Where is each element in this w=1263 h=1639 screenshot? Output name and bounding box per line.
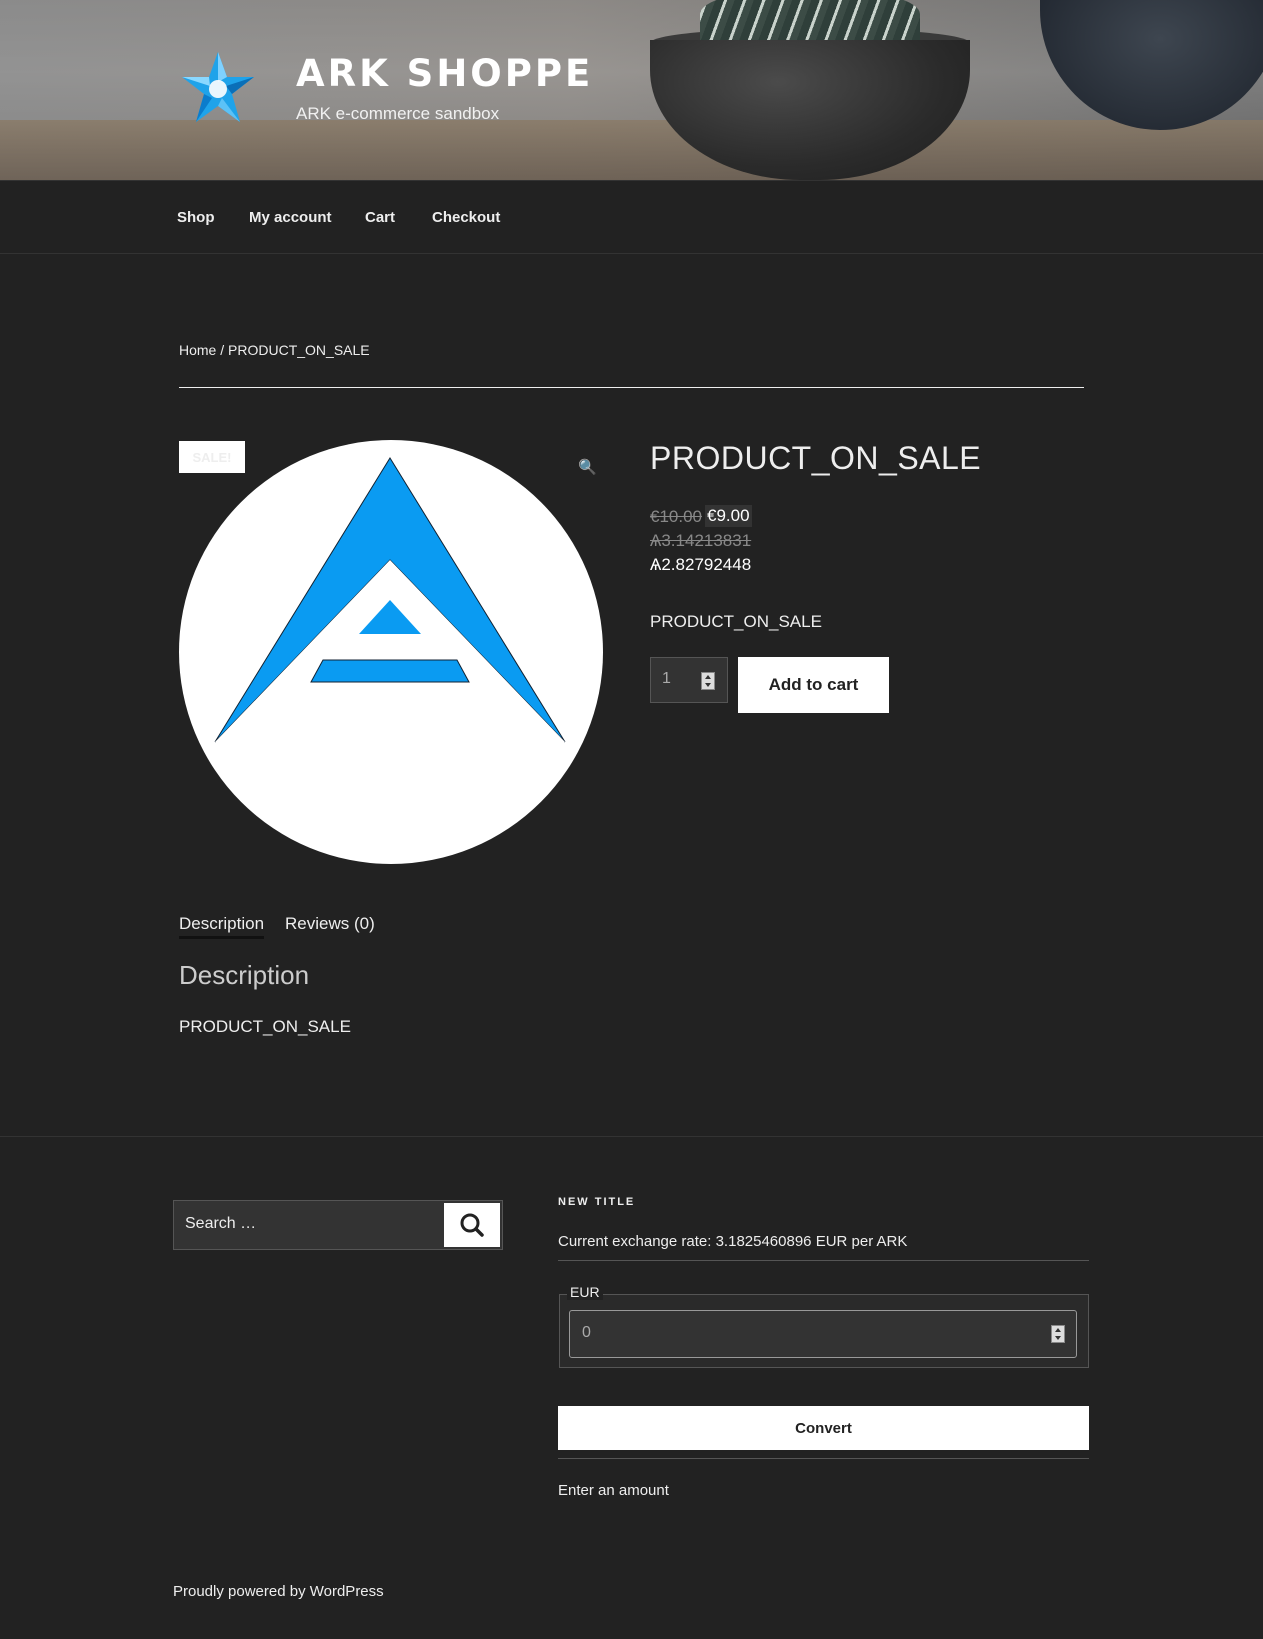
site-header: ARK SHOPPE ARK e-commerce sandbox — [0, 0, 1263, 180]
breadcrumb-home-link[interactable]: Home — [179, 342, 216, 358]
product-short-description: PRODUCT_ON_SALE — [650, 612, 822, 631]
quantity-input[interactable]: 1 — [650, 657, 728, 703]
nav-item-cart[interactable]: Cart — [365, 209, 395, 226]
search-button[interactable] — [444, 1203, 500, 1247]
eur-amount-input[interactable]: 0 — [569, 1310, 1077, 1358]
tab-reviews[interactable]: Reviews (0) — [285, 914, 375, 934]
site-logo-star-icon[interactable] — [180, 50, 256, 126]
eur-amount-value: 0 — [582, 1324, 591, 1341]
nav-item-my-account[interactable]: My account — [249, 209, 332, 226]
sale-badge: SALE! — [179, 441, 245, 473]
ark-logo-icon — [214, 457, 566, 743]
powered-by-link[interactable]: Proudly powered by WordPress — [173, 1583, 384, 1600]
tab-description[interactable]: Description — [179, 914, 265, 939]
site-title[interactable]: ARK SHOPPE — [296, 52, 593, 95]
regular-price: €10.00 — [650, 507, 702, 526]
search-icon — [460, 1213, 484, 1237]
product-image[interactable] — [179, 440, 603, 864]
convert-button[interactable]: Convert — [558, 1406, 1089, 1450]
search-input[interactable]: Search … — [185, 1215, 256, 1233]
regular-price-ark: Ѧ3.14213831 — [650, 531, 752, 550]
description-body: PRODUCT_ON_SALE — [179, 1017, 351, 1036]
quantity-spinner-icon[interactable] — [701, 672, 715, 690]
breadcrumb-separator: / — [220, 342, 225, 358]
sale-price-ark: Ѧ2.82792448 — [650, 555, 752, 574]
breadcrumb: Home / PRODUCT_ON_SALE — [179, 342, 370, 358]
footer-divider — [0, 1136, 1263, 1137]
magnifier-icon[interactable]: 🔍 — [578, 458, 597, 476]
site-tagline: ARK e-commerce sandbox — [296, 104, 500, 123]
widget-divider — [558, 1260, 1089, 1261]
breadcrumb-divider — [179, 387, 1084, 388]
breadcrumb-current: PRODUCT_ON_SALE — [228, 342, 370, 358]
amount-spinner-icon[interactable] — [1051, 1325, 1065, 1343]
search-form: Search … — [173, 1200, 503, 1250]
nav-item-checkout[interactable]: Checkout — [432, 209, 500, 226]
add-to-cart-button[interactable]: Add to cart — [738, 657, 889, 713]
description-heading: Description — [179, 960, 310, 990]
product-title: PRODUCT_ON_SALE — [650, 440, 982, 476]
exchange-rate: Current exchange rate: 3.1825460896 EUR … — [558, 1233, 908, 1250]
sale-price: €9.00 — [705, 505, 752, 527]
main-navigation: Shop My account Cart Checkout — [0, 180, 1263, 254]
currency-legend: EUR — [567, 1284, 603, 1300]
nav-item-shop[interactable]: Shop — [177, 209, 215, 226]
header-table-surface — [0, 120, 1263, 180]
convert-divider — [558, 1458, 1089, 1459]
quantity-value: 1 — [662, 670, 671, 687]
widget-title: NEW TITLE — [558, 1196, 636, 1208]
conversion-result: Enter an amount — [558, 1482, 669, 1499]
